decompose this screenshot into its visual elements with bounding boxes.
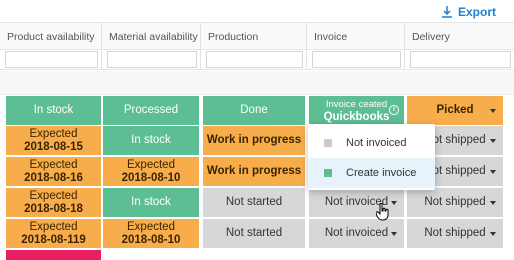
- filter-input-product-availability[interactable]: [5, 51, 98, 68]
- cell-text: 2018-08-18: [24, 202, 83, 215]
- chevron-down-icon[interactable]: [490, 200, 496, 205]
- column-header-production[interactable]: Production: [201, 23, 307, 51]
- column-header-invoice[interactable]: Invoice: [307, 23, 405, 51]
- table-row-partial: [6, 250, 101, 260]
- status-cell-product[interactable]: In stock: [6, 96, 101, 125]
- status-cell-material[interactable]: Processed: [103, 96, 199, 125]
- status-cell-production[interactable]: Done: [203, 96, 305, 125]
- column-header-row: Product availability Material availabili…: [0, 22, 514, 51]
- spacer-row: [0, 71, 514, 95]
- status-cell-material[interactable]: Expected 2018-08-10: [103, 157, 199, 186]
- cell-text: 2018-08-10: [121, 233, 181, 246]
- swatch-green-icon: [324, 169, 332, 177]
- cell-text: Picked: [436, 104, 474, 116]
- status-cell-delivery[interactable]: Picked: [407, 96, 503, 125]
- status-cell-delivery[interactable]: Not shipped: [407, 188, 503, 217]
- status-cell-material[interactable]: In stock: [103, 126, 199, 155]
- status-cell-product[interactable]: Expected 2018-08-15: [6, 126, 101, 155]
- status-cell-production[interactable]: Work in progress: [203, 157, 305, 186]
- chevron-down-icon[interactable]: [490, 169, 496, 174]
- cell-text: 2018-08-119: [21, 233, 86, 246]
- cell-text: Expected: [127, 220, 175, 233]
- chevron-down-icon[interactable]: [490, 108, 496, 113]
- cell-text: 2018-08-15: [24, 140, 83, 153]
- export-button[interactable]: Export: [441, 5, 496, 19]
- cell-text: Invoice ceated: [325, 98, 388, 110]
- status-cell-production[interactable]: Work in progress: [203, 126, 305, 155]
- download-icon: [441, 6, 452, 18]
- status-cell-product[interactable]: Expected 2018-08-16: [6, 157, 101, 186]
- cell-text: Not shipped: [424, 227, 486, 239]
- cell-text: 2018-08-16: [24, 171, 83, 184]
- filter-input-invoice[interactable]: [312, 51, 401, 68]
- cell-text: Work in progress: [206, 165, 302, 177]
- info-icon[interactable]: i: [389, 105, 399, 115]
- cell-text: Quickbooks: [323, 110, 390, 123]
- hand-cursor-icon: [376, 203, 389, 221]
- cell-text: Not shipped: [424, 196, 486, 208]
- status-cell-product[interactable]: Expected 2018-08-18: [6, 188, 101, 217]
- option-label: Create invoice: [346, 167, 417, 179]
- status-cell-material[interactable]: In stock: [103, 188, 199, 217]
- cell-text: Expected: [29, 220, 78, 233]
- chevron-down-icon[interactable]: [490, 231, 496, 236]
- toolbar: Export: [0, 0, 514, 22]
- swatch-gray-icon: [324, 139, 332, 147]
- cell-text: Done: [240, 104, 268, 116]
- status-cell-invoice[interactable]: Not invoiced: [309, 219, 404, 248]
- cell-text: Processed: [123, 104, 179, 116]
- status-cell-production[interactable]: Not started: [203, 219, 305, 248]
- invoice-status-dropdown: Not invoiced Create invoice: [308, 124, 435, 190]
- column-header-product-availability[interactable]: Product availability: [0, 23, 102, 51]
- cell-text: 2018-08-10: [121, 171, 181, 184]
- filter-input-production[interactable]: [206, 51, 303, 68]
- cell-text: Not started: [225, 196, 283, 208]
- cell-text: Not invoiced: [324, 227, 389, 239]
- dropdown-option-create-invoice[interactable]: Create invoice: [308, 158, 435, 188]
- status-cell-invoice[interactable]: Invoice ceated Quickbooks i: [309, 96, 404, 125]
- cell-text: Not started: [225, 227, 283, 239]
- status-cell-material[interactable]: Expected 2018-08-10: [103, 219, 199, 248]
- cell-text: Work in progress: [206, 134, 302, 146]
- filter-input-material-availability[interactable]: [107, 51, 197, 68]
- export-label[interactable]: Export: [458, 5, 496, 19]
- dropdown-option-not-invoiced[interactable]: Not invoiced: [308, 128, 435, 158]
- status-cell-production[interactable]: Not started: [203, 188, 305, 217]
- cell-text: Expected: [29, 127, 78, 140]
- column-header-delivery[interactable]: Delivery: [405, 23, 514, 51]
- column-header-material-availability[interactable]: Material availability: [102, 23, 201, 51]
- filter-row: [0, 50, 514, 70]
- chevron-down-icon[interactable]: [391, 231, 397, 236]
- cell-text: In stock: [131, 196, 171, 208]
- option-label: Not invoiced: [346, 137, 407, 149]
- cell-text: In stock: [33, 104, 74, 116]
- cell-text: Expected: [29, 158, 78, 171]
- status-cell-product[interactable]: Expected 2018-08-119: [6, 219, 101, 248]
- cell-text: Expected: [29, 189, 78, 202]
- cell-text: Expected: [127, 158, 175, 171]
- chevron-down-icon[interactable]: [391, 200, 397, 205]
- filter-input-delivery[interactable]: [410, 51, 511, 68]
- cell-text: In stock: [131, 134, 171, 146]
- chevron-down-icon[interactable]: [490, 138, 496, 143]
- status-cell-delivery[interactable]: Not shipped: [407, 219, 503, 248]
